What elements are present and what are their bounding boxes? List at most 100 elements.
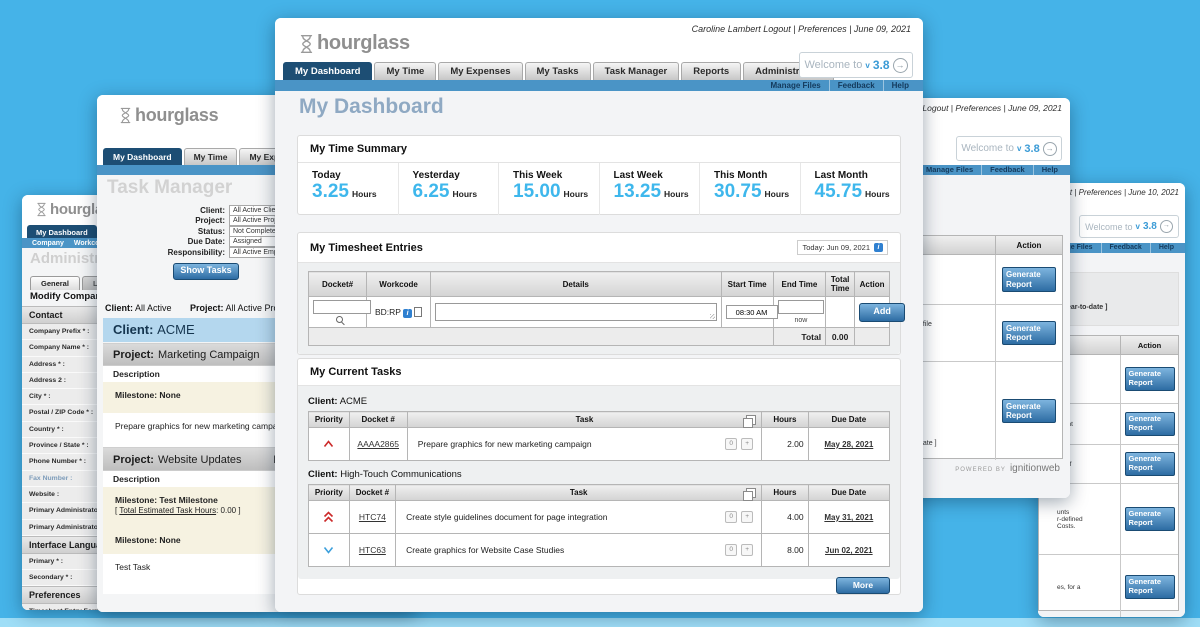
docket-link[interactable]: HTC74 <box>359 512 386 522</box>
copy-icon[interactable] <box>743 415 757 428</box>
client-label: Client: <box>308 469 338 480</box>
client-group-label: Client: ACME <box>308 396 890 407</box>
add-note-icon[interactable] <box>741 438 754 450</box>
brand-name: hourglass <box>317 32 410 54</box>
details-textarea[interactable] <box>435 303 717 321</box>
generate-report-button[interactable]: Generate Report <box>1002 398 1056 424</box>
page-title: My Dashboard <box>299 95 444 118</box>
client-group-label: Client: High-Touch Communications <box>308 469 890 480</box>
tasks-table-acme: Priority Docket # Task Hours Due Date AA… <box>308 411 891 461</box>
workcode-info-icon[interactable] <box>403 308 413 318</box>
stat-label: This Month <box>714 170 768 181</box>
tab-reports[interactable]: Reports <box>681 62 742 80</box>
more-tasks-button[interactable]: More <box>836 577 890 594</box>
filter-label: Responsibility: <box>167 247 225 257</box>
tab-my-time[interactable]: My Time <box>183 148 238 165</box>
tab-my-dashboard[interactable]: My Dashboard <box>283 62 373 80</box>
desktop-background: hourglass My Dashboard My Time Company W… <box>0 0 1200 627</box>
end-time-input[interactable] <box>777 300 824 314</box>
stat-yesterday: Yesterday 6.25 Hours <box>397 163 499 215</box>
start-time-input[interactable] <box>725 305 778 319</box>
docket-link[interactable]: HTC63 <box>359 545 386 555</box>
due-date-link[interactable]: Jun 02, 2021 <box>825 546 873 555</box>
due-date-link[interactable]: May 31, 2021 <box>824 513 873 522</box>
project-label: Project: <box>113 453 154 466</box>
generate-report-button[interactable]: Generate Report <box>1124 575 1175 599</box>
workcode-lookup-icon[interactable] <box>414 307 423 318</box>
docket-lookup-icon[interactable] <box>335 316 343 324</box>
col-priority: Priority <box>308 411 350 428</box>
current-tasks-body: Client: ACME Priority Docket # Task Hour… <box>298 386 900 594</box>
version-v: v <box>1135 222 1140 231</box>
feedback-link[interactable]: Feedback <box>1100 243 1150 253</box>
welcome-version-box: Welcome to v 3.8 <box>956 136 1062 161</box>
add-note-icon[interactable] <box>741 511 754 523</box>
feedback-link[interactable]: Feedback <box>981 165 1033 175</box>
report-description: es, for a <box>1057 583 1081 591</box>
timesheet-date-selector[interactable]: Today: Jun 09, 2021 <box>797 240 888 255</box>
panel-title: My Current Tasks <box>310 366 402 378</box>
tab-task-manager[interactable]: Task Manager <box>592 62 680 80</box>
generate-report-button[interactable]: Generate Report <box>1124 412 1175 436</box>
feedback-link[interactable]: Feedback <box>828 80 883 91</box>
stat-this-month: This Month 30.75 Hours <box>699 163 800 215</box>
copy-icon[interactable] <box>743 488 757 501</box>
note-count-icon[interactable] <box>725 438 738 450</box>
version-arrow-icon[interactable] <box>1042 141 1057 156</box>
stat-value: 6.25 <box>412 181 450 202</box>
task-text: Prepare graphics for new marketing campa… <box>417 439 592 449</box>
task-manager-title: Task Manager <box>107 177 233 198</box>
now-link[interactable]: now <box>795 317 808 324</box>
tab-my-expenses[interactable]: My Expenses <box>438 62 523 80</box>
panel-title: My Timesheet Entries <box>310 241 423 254</box>
add-note-icon[interactable] <box>741 544 754 556</box>
action-column-header: Action <box>995 236 1062 254</box>
help-link[interactable]: Help <box>1149 243 1182 253</box>
col-task-label: Task <box>569 488 588 497</box>
help-link[interactable]: Help <box>882 80 917 91</box>
priority-up-icon <box>313 440 345 448</box>
project-name: Marketing Campaign <box>157 349 260 361</box>
welcome-text: Welcome to <box>804 59 863 71</box>
stat-unit: Hours <box>664 189 689 199</box>
tab-general[interactable]: General <box>30 276 80 290</box>
hourglass-logo: hourglass <box>299 32 410 55</box>
generate-report-button[interactable]: Generate Report <box>1002 267 1056 292</box>
task-hours: 4.00 <box>761 500 809 534</box>
version-arrow-icon[interactable] <box>892 57 908 73</box>
col-end-time: End Time <box>772 271 827 297</box>
note-count-icon[interactable] <box>725 544 738 556</box>
help-link[interactable]: Help <box>1032 165 1066 175</box>
manage-files-link[interactable]: Manage Files <box>918 165 981 175</box>
generate-report-button[interactable]: Generate Report <box>1002 320 1056 346</box>
due-date-link[interactable]: May 28, 2021 <box>824 440 873 449</box>
generate-report-button[interactable]: Generate Report <box>1124 452 1175 476</box>
task-row: HTC74 Create style guidelines document f… <box>308 500 891 534</box>
subnav-company[interactable]: Company <box>32 240 64 247</box>
summary-client: Client: All Active <box>105 303 172 313</box>
version-arrow-icon[interactable] <box>1159 220 1173 233</box>
show-tasks-button[interactable]: Show Tasks <box>173 263 239 280</box>
manage-files-link[interactable]: Manage Files <box>763 80 829 91</box>
docket-link[interactable]: AAAA2865 <box>357 439 399 449</box>
docket-input[interactable] <box>313 300 371 314</box>
user-session-bar[interactable]: Caroline Lambert Logout | Preferences | … <box>692 24 911 34</box>
report-description-fragment: ear-to-date ] <box>1067 304 1108 311</box>
tab-my-tasks[interactable]: My Tasks <box>524 62 591 80</box>
tab-my-dashboard[interactable]: My Dashboard <box>103 148 182 165</box>
info-icon[interactable] <box>874 243 883 252</box>
tab-my-dashboard[interactable]: My Dashboard <box>27 225 97 239</box>
stat-value: 3.25 <box>312 181 349 202</box>
tab-my-time[interactable]: My Time <box>374 62 437 80</box>
task-text: Create graphics for Website Case Studies <box>406 545 565 555</box>
add-entry-button[interactable]: Add <box>859 302 906 322</box>
stat-label: Last Week <box>613 170 663 181</box>
stat-today: Today 3.25 Hours <box>298 163 398 215</box>
generate-report-button[interactable]: Generate Report <box>1124 507 1175 531</box>
estimated-hours-link[interactable]: Total Estimated Task Hours <box>119 506 216 515</box>
note-count-icon[interactable] <box>725 511 738 523</box>
ignitionweb-logo: ignitionweb <box>1009 463 1060 474</box>
action-cell: Generate Report <box>1120 555 1178 617</box>
generate-report-button[interactable]: Generate Report <box>1124 367 1175 391</box>
task-hours: 2.00 <box>761 427 809 461</box>
